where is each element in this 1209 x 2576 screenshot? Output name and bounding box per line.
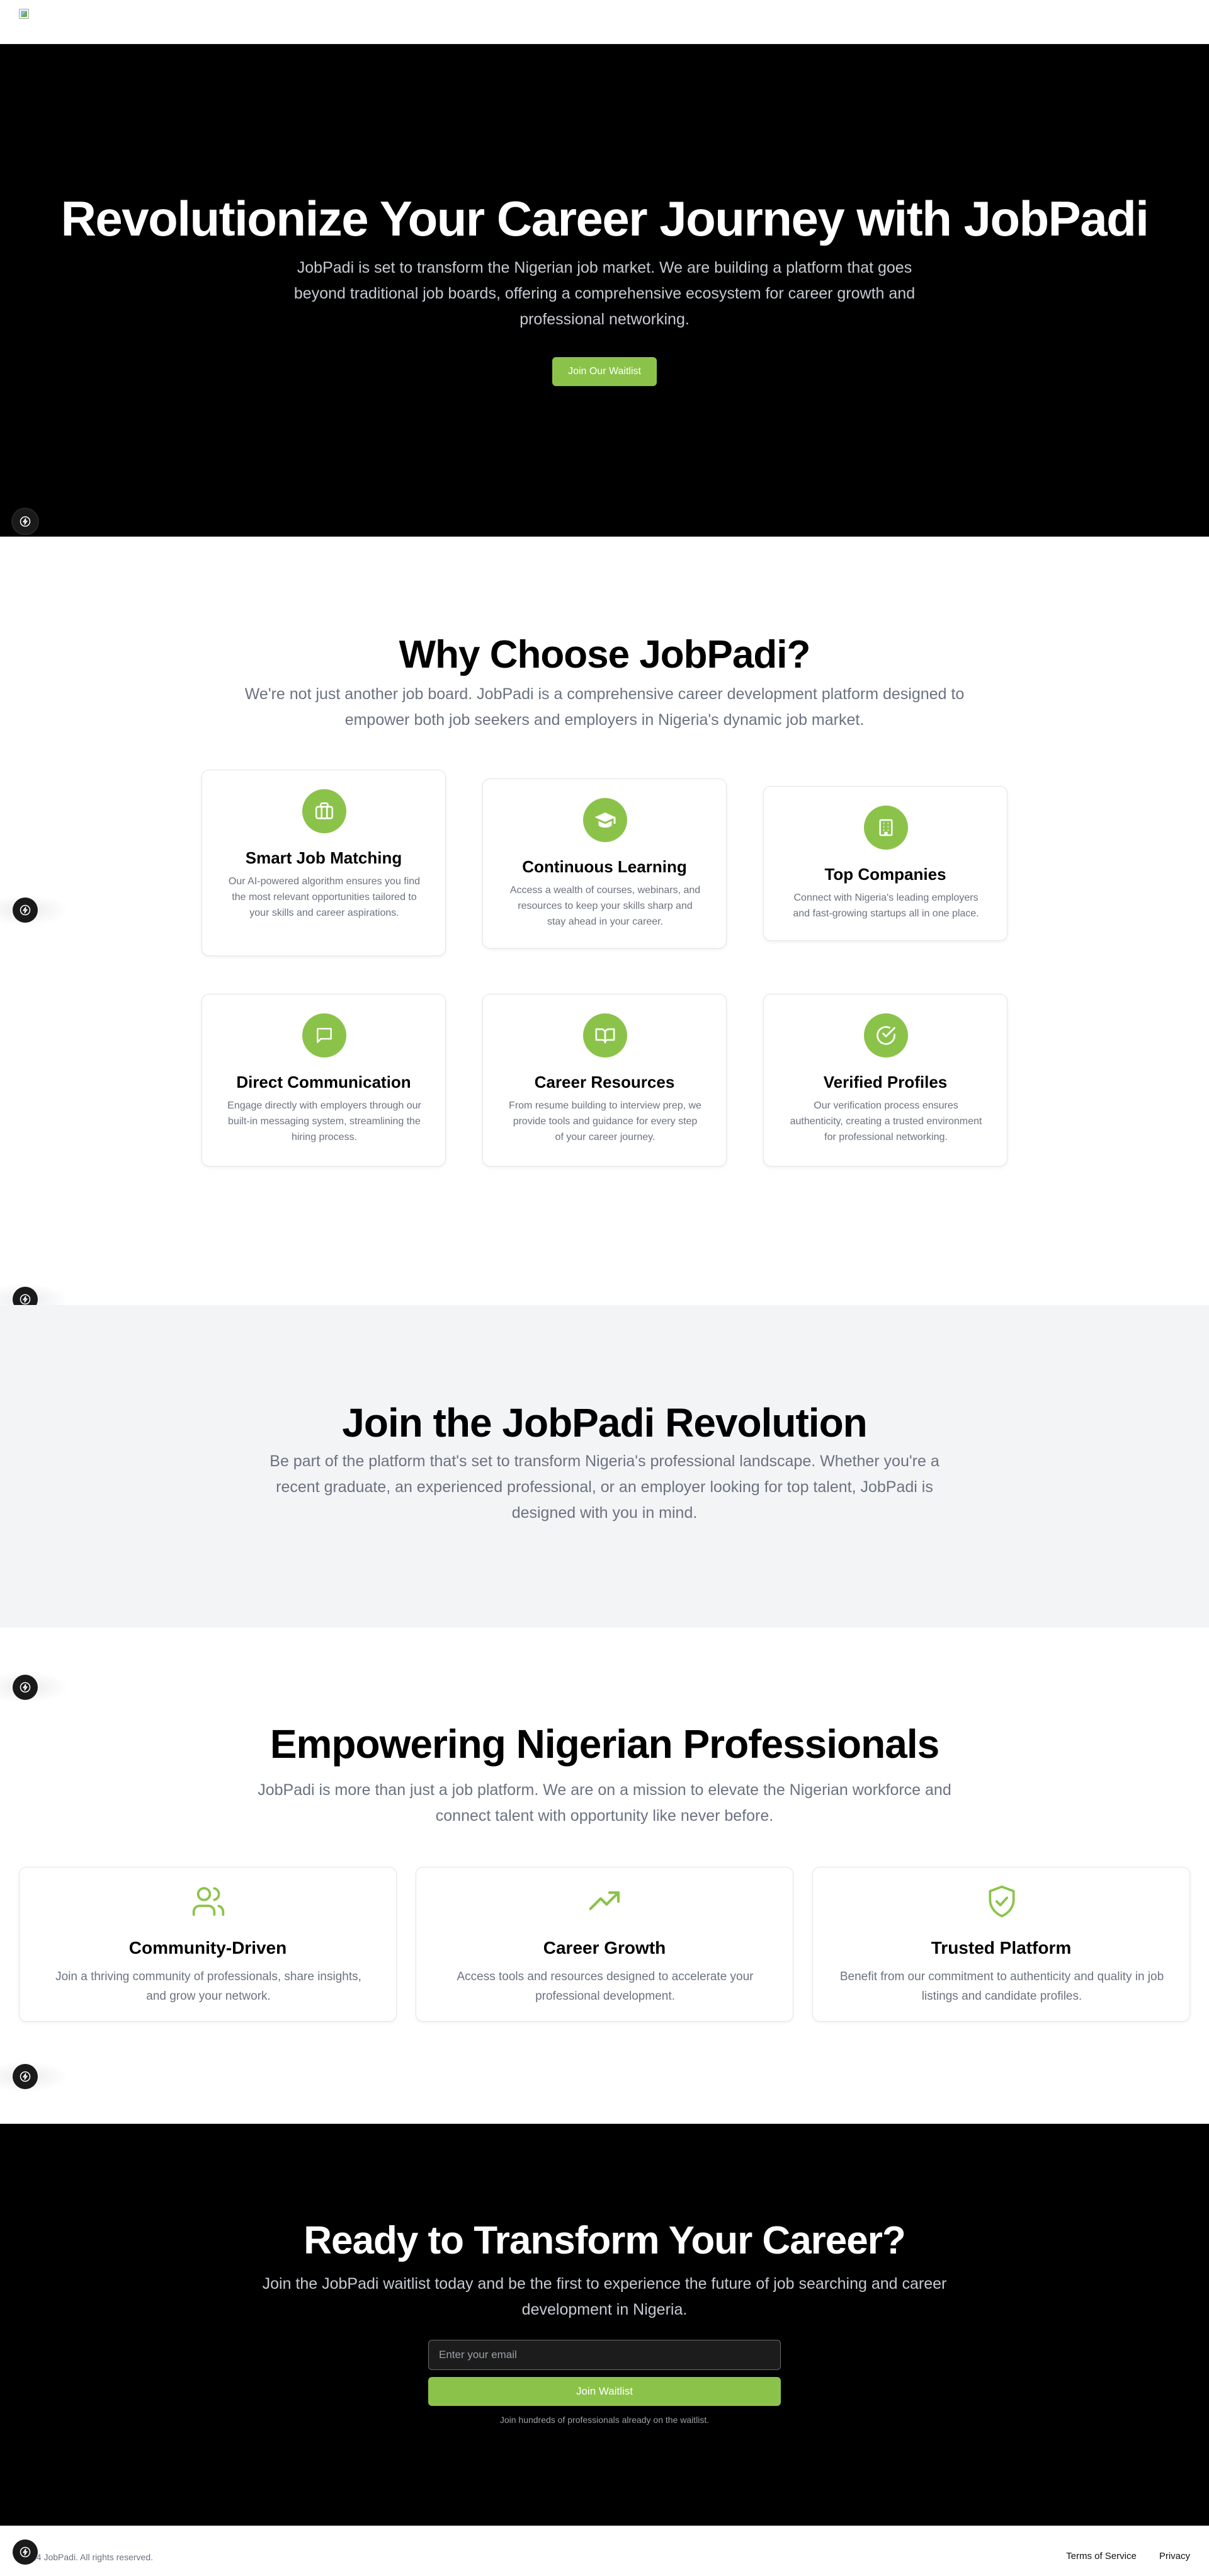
graduation-cap-icon [583,798,627,842]
value-card: Community-Driven Join a thriving communi… [19,1867,397,2022]
shield-check-icon [983,1883,1021,1920]
lightning-icon [20,1682,31,1693]
lightning-icon [20,2546,31,2558]
briefcase-icon [302,789,346,833]
footer: 24 JobPadi. All rights reserved. Terms o… [0,2526,1209,2576]
lightning-icon [20,2071,31,2082]
why-subtitle: We're not just another job board. JobPad… [244,685,965,729]
building-icon [864,806,908,850]
feature-card: Smart Job Matching Our AI-powered algori… [202,770,446,956]
footer-links: Terms of Service Privacy [1066,2551,1190,2562]
feature-card: Top Companies Connect with Nigeria's lea… [763,786,1007,941]
value-description: Access tools and resources designed to a… [457,1970,754,2003]
feature-description: Access a wealth of courses, webinars, an… [509,885,701,927]
copyright-text: 24 JobPadi. All rights reserved. [31,2552,153,2562]
dev-indicator-badge[interactable] [13,1675,38,1700]
email-input[interactable] [428,2340,781,2370]
top-nav [0,0,1209,44]
why-title: Why Choose JobPadi? [399,633,811,676]
feature-card: Continuous Learning Access a wealth of c… [482,778,727,949]
feature-card: Career Resources From resume building to… [482,994,727,1166]
hero-section: Revolutionize Your Career Journey with J… [0,44,1209,537]
join-title: Join the JobPadi Revolution [342,1400,868,1445]
lightning-icon [20,1294,31,1305]
book-icon [583,1013,627,1057]
value-title: Trusted Platform [931,1938,1072,1958]
waitlist-note: Join hundreds of professionals already o… [499,2415,710,2425]
feature-title: Career Resources [534,1073,675,1091]
feature-title: Top Companies [824,865,946,884]
feature-description: Connect with Nigeria's leading employers… [793,892,979,919]
hero-subtitle: JobPadi is set to transform the Nigerian… [293,259,916,328]
logo-image[interactable] [19,9,31,21]
join-waitlist-button[interactable]: Join Our Waitlist [552,357,657,386]
dev-indicator-badge[interactable] [13,898,38,923]
empowering-subtitle: JobPadi is more than just a job platform… [258,1781,951,1825]
check-circle-icon [864,1013,908,1057]
message-icon [302,1013,346,1057]
lightning-icon [20,516,31,527]
dev-indicator-badge[interactable] [13,2064,38,2089]
privacy-link[interactable]: Privacy [1159,2551,1190,2562]
feature-card: Verified Profiles Our verification proce… [763,994,1007,1166]
trending-up-icon [586,1883,624,1920]
value-card: Trusted Platform Benefit from our commit… [812,1867,1190,2022]
value-card: Career Growth Access tools and resources… [416,1867,793,2022]
hero-title: Revolutionize Your Career Journey with J… [60,191,1149,246]
feature-description: From resume building to interview prep, … [509,1100,701,1143]
dev-indicator-badge[interactable] [13,509,38,534]
users-icon [190,1883,227,1920]
cta-title: Ready to Transform Your Career? [304,2219,906,2262]
value-description: Join a thriving community of professiona… [55,1970,361,2003]
feature-title: Direct Communication [236,1073,411,1091]
join-waitlist-submit-button[interactable]: Join Waitlist [428,2377,781,2406]
cta-section: Ready to Transform Your Career? Join the… [0,2124,1209,2526]
feature-description: Our verification process ensures authent… [790,1100,982,1143]
lightning-icon [20,904,31,916]
terms-of-service-link[interactable]: Terms of Service [1066,2551,1137,2562]
join-section: Join the JobPadi Revolution Be part of t… [0,1305,1209,1627]
feature-title: Smart Job Matching [245,848,402,867]
empowering-title: Empowering Nigerian Professionals [270,1721,939,1767]
join-subtitle: Be part of the platform that's set to tr… [270,1452,939,1522]
value-title: Career Growth [543,1938,666,1958]
feature-title: Verified Profiles [823,1073,948,1091]
dev-indicator-badge[interactable] [13,2539,38,2565]
cta-subtitle: Join the JobPadi waitlist today and be t… [262,2275,947,2318]
value-description: Benefit from our commitment to authentic… [839,1970,1164,2003]
feature-title: Continuous Learning [522,857,687,876]
feature-description: Our AI-powered algorithm ensures you fin… [228,876,421,918]
feature-description: Engage directly with employers through o… [227,1100,421,1143]
feature-card: Direct Communication Engage directly wit… [202,994,446,1166]
value-title: Community-Driven [128,1938,287,1958]
